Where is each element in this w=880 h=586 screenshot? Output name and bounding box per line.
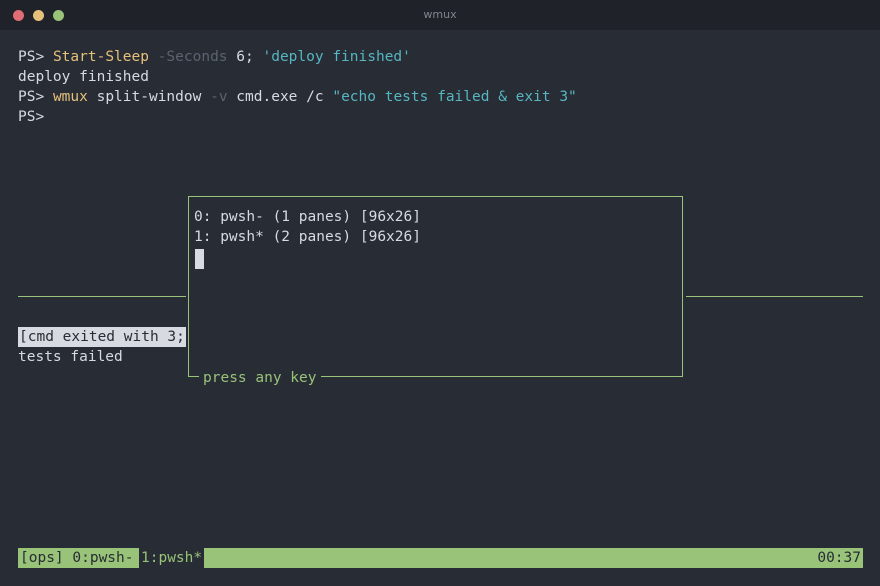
text-cursor (195, 249, 204, 269)
command-string: "echo tests failed & exit 3" (332, 89, 577, 105)
prompt: PS> (18, 89, 45, 105)
popup-footer: press any key (199, 368, 321, 388)
command-flag: -v (210, 89, 228, 105)
command-argument: split-window (96, 89, 202, 105)
command-string: 'deploy finished' (262, 49, 411, 65)
terminal-line-1: PS> Start-Sleep -Seconds 6; 'deploy fini… (18, 47, 411, 67)
terminal-line-3: PS> wmux split-window -v cmd.exe /c "ech… (18, 87, 577, 107)
command-flag: -Seconds (157, 49, 228, 65)
status-clock: 00:37 (817, 550, 861, 566)
window-list-popup[interactable]: 0: pwsh- (1 panes) [96x26] 1: pwsh* (2 p… (188, 196, 683, 388)
terminal-window: wmux PS> Start-Sleep -Seconds 6; 'deploy… (0, 0, 880, 586)
lower-pane-output: tests failed (18, 349, 123, 365)
terminal-prompt-line[interactable]: PS> (18, 107, 44, 127)
terminal-output-line: deploy finished (18, 69, 149, 85)
title-bar: wmux (0, 0, 880, 30)
window-title: wmux (423, 8, 457, 21)
status-bar: [ops] 0:pwsh- 1:pwsh* 00:37 (18, 548, 863, 568)
window-list-item[interactable]: 1: pwsh* (2 panes) [96x26] (194, 227, 421, 247)
command-name: Start-Sleep (52, 49, 149, 65)
status-active-window[interactable]: 1:pwsh* (139, 548, 205, 568)
command-argument: cmd.exe /c (236, 89, 324, 105)
pane-divider-right[interactable] (686, 296, 863, 297)
command-name: wmux (52, 89, 88, 105)
prompt: PS> (18, 49, 45, 65)
window-list-item[interactable]: 0: pwsh- (1 panes) [96x26] (194, 207, 421, 227)
pane-divider-left[interactable] (18, 296, 186, 297)
command-argument: 6; (236, 49, 254, 65)
status-session[interactable]: [ops] 0:pwsh- (18, 548, 136, 568)
exit-message: [cmd exited with 3; (18, 327, 186, 347)
